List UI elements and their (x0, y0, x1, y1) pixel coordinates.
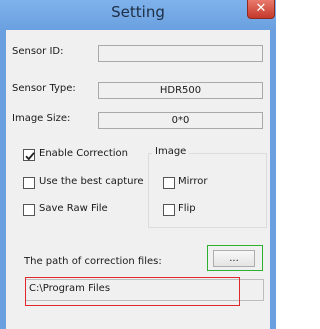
image-size-label: Image Size: (12, 113, 71, 124)
sensor-type-field: HDR500 (98, 82, 263, 99)
save-raw-file-label[interactable]: Save Raw File (39, 203, 108, 214)
correction-path-label: The path of correction files: (24, 256, 162, 267)
flip-checkbox[interactable] (163, 204, 175, 216)
image-group (148, 153, 267, 228)
checkmark-icon (25, 152, 35, 161)
settings-window: Setting ✕ Sensor ID: Sensor Type: HDR500… (0, 0, 276, 329)
image-size-field: 0*0 (98, 112, 263, 129)
close-button[interactable]: ✕ (247, 0, 275, 19)
use-best-capture-checkbox[interactable] (23, 177, 35, 189)
flip-label[interactable]: Flip (178, 203, 196, 214)
browse-button[interactable]: ... (213, 250, 255, 267)
use-best-capture-label[interactable]: Use the best capture (39, 176, 144, 187)
path-highlight (25, 277, 240, 306)
mirror-checkbox[interactable] (163, 177, 175, 189)
enable-correction-checkbox[interactable] (23, 149, 35, 161)
sensor-id-label: Sensor ID: (12, 46, 64, 57)
image-group-title: Image (152, 146, 190, 157)
window-title: Setting (111, 3, 165, 21)
mirror-label[interactable]: Mirror (178, 176, 207, 187)
sensor-type-label: Sensor Type: (12, 83, 76, 94)
close-icon: ✕ (255, 1, 267, 16)
save-raw-file-checkbox[interactable] (23, 204, 35, 216)
sensor-id-field (98, 45, 263, 62)
enable-correction-label[interactable]: Enable Correction (39, 148, 128, 159)
title-bar[interactable]: Setting ✕ (0, 0, 276, 30)
settings-panel: Sensor ID: Sensor Type: HDR500 Image Siz… (6, 30, 270, 329)
